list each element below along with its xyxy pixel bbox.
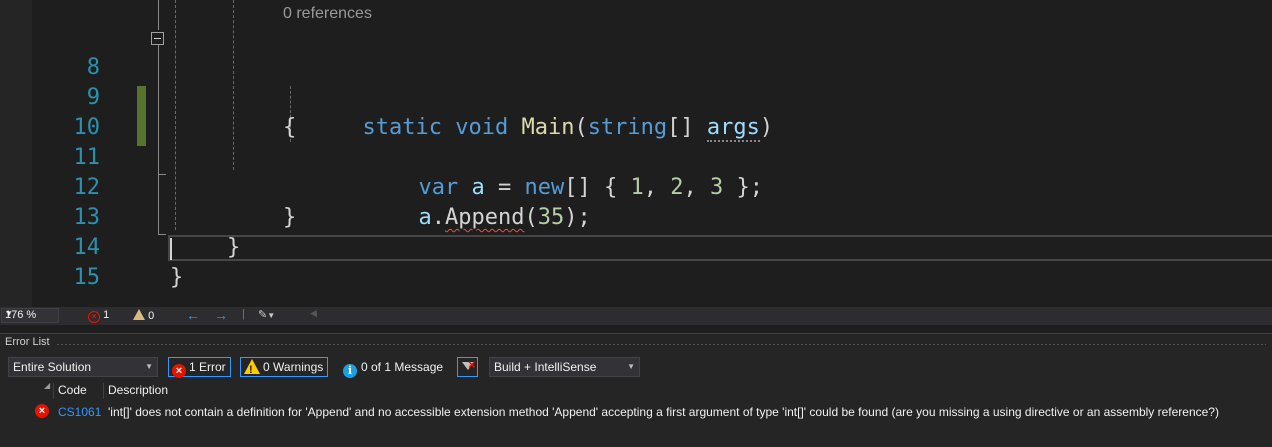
error-row[interactable]: × CS1061 'int[]' does not contain a defi… — [0, 402, 1272, 422]
column-header-description[interactable]: Description — [108, 383, 168, 397]
warning-icon — [133, 309, 145, 320]
code-line: 11 a.Append(35); — [0, 113, 1272, 230]
column-header-code[interactable]: Code — [58, 383, 87, 397]
warning-count-indicator[interactable]: 0 — [133, 309, 154, 322]
navigate-back-button[interactable]: ← — [186, 307, 200, 323]
build-intellisense-dropdown[interactable]: Build + IntelliSense ▼ — [489, 357, 640, 377]
editor-status-bar: 176 % ▼ × 1 0 ← → | ✎▼ ◀ — [0, 307, 1272, 325]
filter-toggle-button[interactable] — [457, 357, 478, 377]
errors-filter-button[interactable]: × 1 Error — [168, 357, 231, 378]
scroll-left-arrow[interactable]: ◀ — [310, 308, 317, 319]
info-icon: i — [343, 364, 357, 378]
error-list-panel: Error List Entire Solution ▼ ×1 Error 0 … — [0, 333, 1272, 447]
code-line: 12 } — [0, 143, 1272, 230]
messages-filter-button[interactable]: i 0 of 1 Message — [339, 357, 449, 378]
line-number: 15 — [73, 265, 101, 290]
cleanup-button[interactable]: ✎▼ — [258, 308, 275, 321]
warnings-filter-label: 0 Warnings — [263, 360, 324, 374]
status-divider: | — [242, 308, 245, 320]
code-line: 14 } — [0, 203, 1272, 290]
chevron-down-icon: ▼ — [5, 309, 13, 318]
errors-filter-label: 1 Error — [189, 360, 226, 374]
chevron-down-icon: ▼ — [267, 311, 276, 320]
codelens-references[interactable]: 0 references — [283, 5, 372, 23]
error-list-header: ◢ Code Description — [0, 381, 1272, 401]
column-divider[interactable] — [103, 383, 104, 399]
panel-drag-handle[interactable] — [56, 343, 1266, 346]
arrow-left-icon: ← — [186, 307, 200, 323]
navigate-forward-button[interactable]: → — [214, 307, 228, 323]
warning-icon — [244, 359, 260, 379]
code-token: } — [170, 265, 184, 290]
code-line: 15 — [0, 233, 1272, 290]
error-icon: × — [35, 404, 49, 418]
chevron-down-icon: ▼ — [627, 362, 635, 371]
error-icon: × — [172, 364, 186, 378]
error-icon: × — [88, 311, 100, 323]
code-line: 10 var a = new[] { 1, 2, 3 }; — [0, 83, 1272, 200]
arrow-right-icon: → — [214, 307, 228, 323]
messages-filter-label: 0 of 1 Message — [361, 360, 444, 374]
error-code-link[interactable]: CS1061 — [58, 405, 101, 419]
column-divider[interactable] — [53, 383, 54, 399]
scope-value: Entire Solution — [13, 360, 92, 374]
build-filter-value: Build + IntelliSense — [494, 360, 597, 374]
code-line: 13 } — [0, 173, 1272, 260]
code-line: 8 static void Main(string[] args) — [0, 23, 1272, 142]
chevron-down-icon: ▼ — [145, 362, 153, 371]
error-list-toolbar: Entire Solution ▼ ×1 Error 0 Warnings i0… — [0, 354, 1272, 380]
scope-dropdown[interactable]: Entire Solution ▼ — [8, 357, 158, 377]
broom-icon: ✎ — [258, 309, 268, 321]
zoom-dropdown[interactable]: 176 % ▼ — [1, 308, 59, 323]
code-line: 9 { — [0, 53, 1272, 140]
code-editor[interactable]: 0 references 8 static void Main(string[]… — [0, 0, 1272, 307]
sort-indicator-icon: ◢ — [44, 381, 51, 390]
panel-title: Error List — [5, 336, 50, 348]
warnings-filter-button[interactable]: 0 Warnings — [240, 357, 329, 379]
error-count-indicator[interactable]: × 1 — [88, 309, 109, 323]
warning-count: 0 — [148, 310, 155, 322]
error-count: 1 — [103, 309, 110, 321]
error-description: 'int[]' does not contain a definition fo… — [108, 405, 1219, 419]
